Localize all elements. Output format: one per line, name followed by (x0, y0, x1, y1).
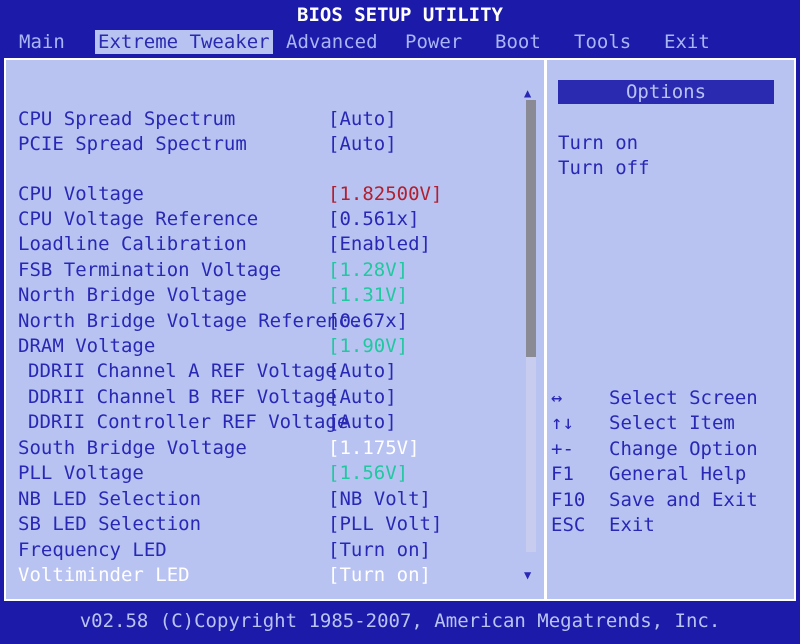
scroll-down-icon[interactable]: ▼ (524, 568, 531, 582)
setting-value[interactable]: [Auto] (328, 108, 397, 130)
setting-label: PCIE Spread Spectrum (18, 133, 247, 155)
help-key-esc: ESC (551, 514, 586, 536)
setting-row-dram-voltage[interactable]: DRAM Voltage [1.90V] (18, 335, 408, 357)
tab-main[interactable]: Main (16, 30, 68, 54)
setting-label: CPU Spread Spectrum (18, 108, 236, 130)
setting-value[interactable]: [1.31V] (328, 284, 408, 306)
bios-title: BIOS SETUP UTILITY (297, 4, 503, 26)
setting-value[interactable]: [1.90V] (328, 335, 408, 357)
setting-label: SB LED Selection (18, 513, 202, 535)
option-turn-off: Turn off (558, 157, 650, 179)
setting-row-pll-voltage[interactable]: PLL Voltage [1.56V] (18, 462, 408, 484)
setting-label: FSB Termination Voltage (18, 259, 282, 281)
tab-power[interactable]: Power (402, 30, 465, 54)
setting-label: North Bridge Voltage Reference (18, 310, 362, 332)
tab-boot[interactable]: Boot (492, 30, 544, 54)
setting-label: Frequency LED (18, 539, 167, 561)
copyright-footer: v02.58 (C)Copyright 1985-2007, American … (79, 610, 721, 632)
help-select-item: Select Item (609, 412, 735, 434)
setting-label: PLL Voltage (18, 462, 144, 484)
setting-value[interactable]: [Auto] (328, 411, 397, 433)
help-save-and-exit: Save and Exit (609, 489, 758, 511)
setting-value[interactable]: [Auto] (328, 360, 397, 382)
setting-row-ddrii-channel-a-ref-voltage[interactable]: DDRII Channel A REF Voltage [Auto] (18, 360, 397, 382)
help-key-plus-minus: +- (551, 438, 574, 460)
setting-label: DDRII Channel B REF Voltage (28, 386, 337, 408)
setting-row-south-bridge-voltage[interactable]: South Bridge Voltage [1.175V] (18, 437, 420, 459)
setting-row-ddrii-controller-ref-voltage[interactable]: DDRII Controller REF Voltage [Auto] (18, 411, 397, 433)
tab-extreme-tweaker[interactable]: Extreme Tweaker (95, 30, 273, 54)
setting-label: DRAM Voltage (18, 335, 156, 357)
setting-value[interactable]: [1.56V] (328, 462, 408, 484)
help-select-screen: Select Screen (609, 387, 758, 409)
setting-value[interactable]: [0.67x] (328, 310, 408, 332)
setting-row-voltiminder-led[interactable]: Voltiminder LED [Turn on] (18, 564, 431, 586)
scrollbar-thumb[interactable] (526, 100, 536, 357)
setting-value[interactable]: [Auto] (328, 386, 397, 408)
setting-label: Voltiminder LED (18, 564, 190, 586)
setting-row-nb-led-selection[interactable]: NB LED Selection [NB Volt] (18, 488, 431, 510)
setting-row-frequency-led[interactable]: Frequency LED [Turn on] (18, 539, 431, 561)
setting-label: South Bridge Voltage (18, 437, 247, 459)
help-general-help: General Help (609, 463, 747, 485)
options-header: Options (558, 80, 774, 104)
setting-value[interactable]: [1.175V] (328, 437, 420, 459)
setting-row-loadline-calibration[interactable]: Loadline Calibration [Enabled] (18, 233, 431, 255)
setting-value[interactable]: [1.82500V] (328, 183, 442, 205)
setting-row-fsb-termination-voltage[interactable]: FSB Termination Voltage [1.28V] (18, 259, 408, 281)
setting-value[interactable]: [Enabled] (328, 233, 431, 255)
setting-row-cpu-voltage[interactable]: CPU Voltage [1.82500V] (18, 183, 442, 205)
tab-exit[interactable]: Exit (661, 30, 713, 54)
setting-value[interactable]: [0.561x] (328, 208, 420, 230)
tab-tools[interactable]: Tools (571, 30, 634, 54)
setting-label: CPU Voltage Reference (18, 208, 259, 230)
setting-value[interactable]: [Turn on] (328, 564, 431, 586)
setting-row-sb-led-selection[interactable]: SB LED Selection [PLL Volt] (18, 513, 442, 535)
setting-row-north-bridge-voltage-reference[interactable]: North Bridge Voltage Reference [0.67x] (18, 310, 408, 332)
setting-label: North Bridge Voltage (18, 284, 247, 306)
setting-row-ddrii-channel-b-ref-voltage[interactable]: DDRII Channel B REF Voltage [Auto] (18, 386, 397, 408)
setting-row-cpu-voltage-reference[interactable]: CPU Voltage Reference [0.561x] (18, 208, 420, 230)
help-change-option: Change Option (609, 438, 758, 460)
help-key-f1: F1 (551, 463, 574, 485)
help-exit: Exit (609, 514, 655, 536)
tab-advanced[interactable]: Advanced (283, 30, 381, 54)
panel-divider (544, 60, 547, 599)
setting-row-cpu-spread-spectrum[interactable]: CPU Spread Spectrum [Auto] (18, 108, 397, 130)
setting-value[interactable]: [NB Volt] (328, 488, 431, 510)
setting-label: Loadline Calibration (18, 233, 247, 255)
setting-row-north-bridge-voltage[interactable]: North Bridge Voltage [1.31V] (18, 284, 408, 306)
setting-label: DDRII Controller REF Voltage (28, 411, 349, 433)
setting-label: CPU Voltage (18, 183, 144, 205)
setting-value[interactable]: [Auto] (328, 133, 397, 155)
arrows-vertical-icon: ↑↓ (551, 412, 574, 434)
setting-value[interactable]: [Turn on] (328, 539, 431, 561)
setting-label: DDRII Channel A REF Voltage (28, 360, 337, 382)
help-key-f10: F10 (551, 489, 586, 511)
settings-panel: CPU Spread Spectrum [Auto] PCIE Spread S… (4, 58, 796, 601)
setting-value[interactable]: [1.28V] (328, 259, 408, 281)
setting-label: NB LED Selection (18, 488, 202, 510)
option-turn-on: Turn on (558, 132, 639, 154)
setting-value[interactable]: [PLL Volt] (328, 513, 442, 535)
menu-bar: Main Extreme Tweaker Advanced Power Boot… (0, 30, 800, 54)
scroll-up-icon[interactable]: ▲ (524, 86, 531, 100)
arrows-horizontal-icon: ↔ (551, 387, 563, 409)
setting-row-pcie-spread-spectrum[interactable]: PCIE Spread Spectrum [Auto] (18, 133, 397, 155)
